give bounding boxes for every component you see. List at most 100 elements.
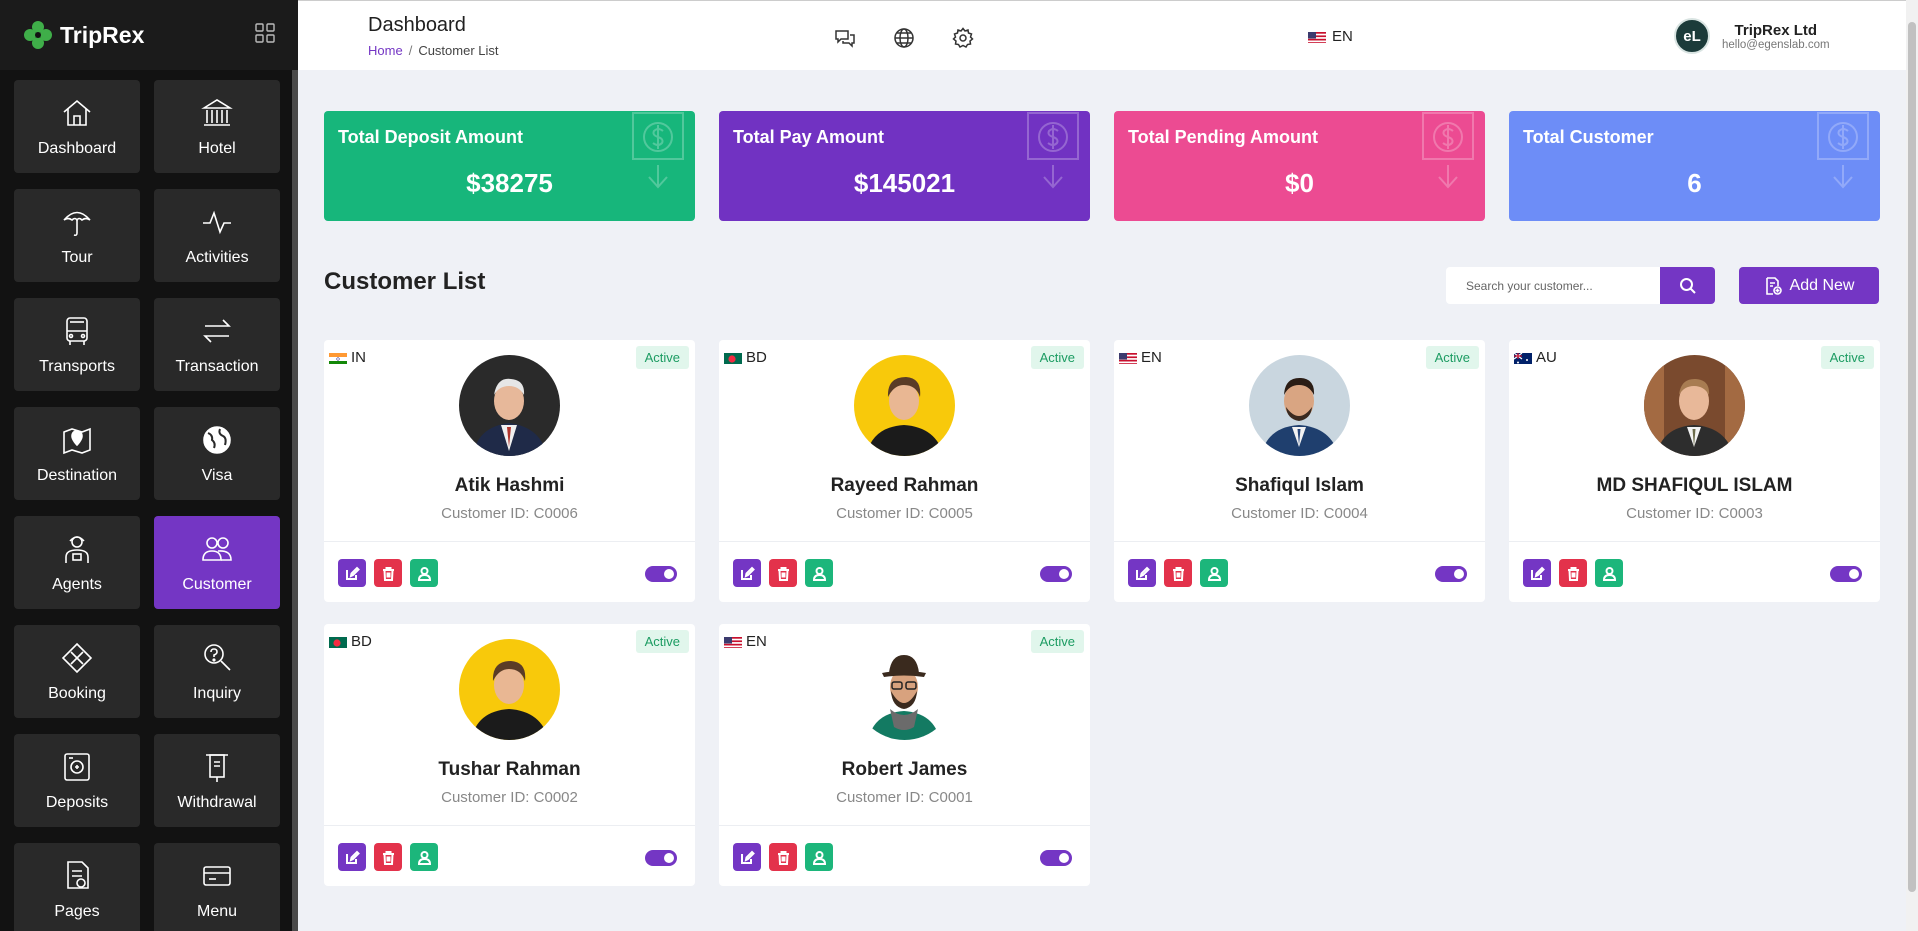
status-toggle[interactable] [1435,566,1467,582]
view-profile-button[interactable] [805,843,833,871]
view-profile-button[interactable] [410,843,438,871]
globe-icon[interactable] [893,27,915,49]
view-profile-button[interactable] [1200,559,1228,587]
search-input[interactable] [1446,267,1660,304]
booking-icon [61,642,93,673]
sidebar-scrollbar[interactable] [292,70,298,931]
sidebar: TripRex Dashboard Hotel Tour Activities [0,0,298,931]
view-profile-button[interactable] [805,559,833,587]
us-flag-icon [724,636,742,648]
sidebar-item-visa[interactable]: Visa [154,407,280,500]
delete-button[interactable] [769,559,797,587]
edit-button[interactable] [1128,559,1156,587]
customer-photo [854,355,955,456]
delete-button[interactable] [374,843,402,871]
bangladesh-flag-icon [329,636,347,648]
breadcrumb: Home / Customer List [368,43,499,58]
language-selector[interactable]: EN [1308,28,1353,45]
delete-button[interactable] [1164,559,1192,587]
add-new-button[interactable]: Add New [1739,267,1879,304]
card-divider [719,541,1090,542]
sidebar-item-withdrawal[interactable]: Withdrawal [154,734,280,827]
status-toggle[interactable] [645,566,677,582]
breadcrumb-separator: / [408,43,413,58]
customer-id: Customer ID: C0005 [836,505,973,522]
view-profile-button[interactable] [1595,559,1623,587]
add-new-label: Add New [1789,276,1855,294]
map-pin-icon [63,427,91,454]
sidebar-item-hotel[interactable]: Hotel [154,80,280,173]
status-toggle[interactable] [645,850,677,866]
brand-logo[interactable]: TripRex [22,19,144,51]
sidebar-item-pages[interactable]: Pages [14,843,140,931]
sidebar-item-label: Pages [54,902,100,920]
user-menu[interactable]: eL TripRex Ltd hello@egenslab.com [1674,18,1830,54]
page-scrollbar[interactable] [1906,0,1918,931]
edit-button[interactable] [338,559,366,587]
status-toggle[interactable] [1040,850,1072,866]
status-toggle[interactable] [1830,566,1862,582]
country-tag: EN [1119,349,1162,366]
status-toggle[interactable] [1040,566,1072,582]
gear-icon[interactable] [952,27,974,49]
sidebar-item-tour[interactable]: Tour [14,189,140,282]
edit-button[interactable] [338,843,366,871]
customer-photo [459,355,560,456]
customer-card: IN Active Atik Hashmi Customer ID: C0006 [324,340,695,602]
user-icon [1602,566,1616,581]
add-document-icon [1765,276,1782,295]
inquiry-icon [204,643,231,671]
chat-icon[interactable] [834,27,856,49]
sidebar-item-destination[interactable]: Destination [14,407,140,500]
breadcrumb-home-link[interactable]: Home [368,43,403,58]
sidebar-item-label: Menu [196,902,238,920]
india-flag-icon [329,352,347,364]
pages-icon [67,860,89,889]
search-icon [1679,277,1696,294]
view-profile-button[interactable] [410,559,438,587]
sidebar-item-label: Activities [185,248,249,266]
sidebar-item-inquiry[interactable]: Inquiry [154,625,280,718]
sidebar-item-transaction[interactable]: Transaction [154,298,280,391]
sidebar-item-customer[interactable]: Customer [154,516,280,609]
bus-icon [66,316,88,345]
bangladesh-flag-icon [724,352,742,364]
edit-button[interactable] [733,843,761,871]
sidebar-item-label: Hotel [198,139,236,157]
building-icon [201,98,233,126]
customer-photo [854,639,955,740]
sidebar-item-label: Dashboard [37,139,117,157]
delete-button[interactable] [769,843,797,871]
sidebar-item-transports[interactable]: Transports [14,298,140,391]
edit-icon [1135,566,1150,580]
stat-card-deposit: Total Deposit Amount $38275 [324,111,695,221]
sidebar-item-menu[interactable]: Menu [154,843,280,931]
customer-card: EN Active Shafiqul Islam Customer ID: C0… [1114,340,1485,602]
sidebar-item-agents[interactable]: Agents [14,516,140,609]
sidebar-item-booking[interactable]: Booking [14,625,140,718]
topbar: Dashboard Home / Customer List EN eL TripR… [298,0,1906,70]
delete-button[interactable] [374,559,402,587]
sidebar-item-label: Destination [36,466,118,484]
search-button[interactable] [1660,267,1715,304]
status-badge: Active [1030,630,1084,653]
customer-photo [1644,355,1745,456]
activity-icon [203,210,231,234]
stat-label: Total Deposit Amount [338,127,523,147]
card-divider [1114,541,1485,542]
sidebar-item-activities[interactable]: Activities [154,189,280,282]
user-icon [1207,566,1221,581]
customer-name: Tushar Rahman [438,759,581,780]
country-code: EN [1141,349,1162,366]
customer-id: Customer ID: C0003 [1626,505,1763,522]
edit-button[interactable] [733,559,761,587]
grid-toggle-icon[interactable] [254,22,276,49]
breadcrumb-current: Customer List [418,43,499,58]
edit-button[interactable] [1523,559,1551,587]
trash-icon [382,850,394,865]
edit-icon [1530,566,1545,580]
sidebar-item-deposits[interactable]: Deposits [14,734,140,827]
delete-button[interactable] [1559,559,1587,587]
language-label: EN [1332,28,1353,45]
sidebar-item-dashboard[interactable]: Dashboard [14,80,140,173]
